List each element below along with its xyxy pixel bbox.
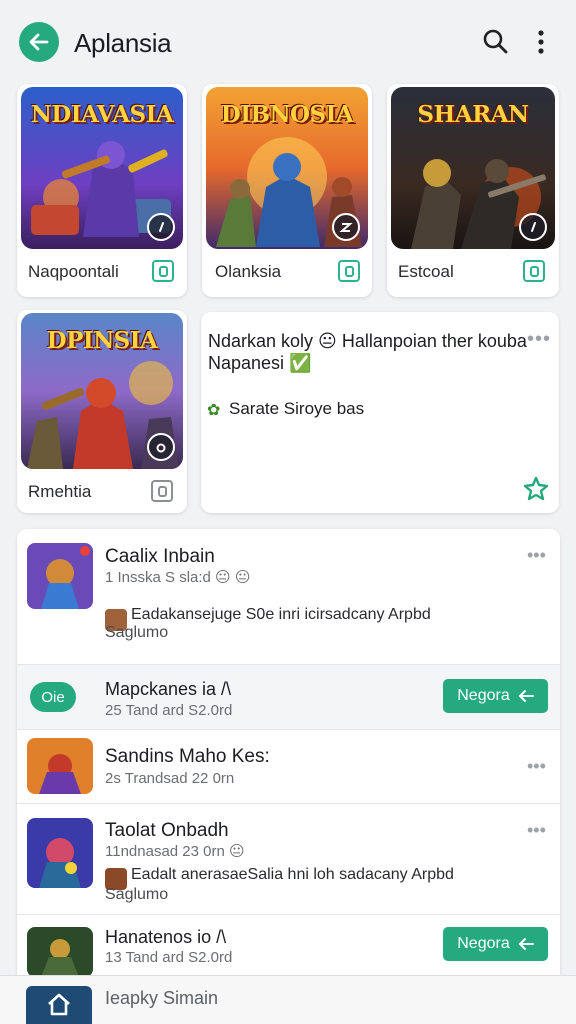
install-icon[interactable] — [338, 260, 360, 282]
list-item-title: Caalix Inbain — [105, 546, 215, 567]
list-item-title: Sandins Maho Kes: — [105, 746, 270, 767]
game-thumbnail: DPINSIA — [21, 313, 183, 469]
list-item-description-2: Saglumo — [105, 624, 169, 641]
star-icon[interactable] — [523, 476, 549, 505]
card-label: Olanksia — [215, 262, 282, 281]
list-item-description-2: Saglumo — [105, 886, 169, 903]
feature-headline: Ndarkan koly 😐 Hallanpoian ther kouba — [208, 331, 527, 351]
feature-subline: Napanesi ✅ — [208, 353, 312, 373]
more-vertical-icon — [538, 30, 544, 54]
action-button[interactable]: Negora — [443, 927, 548, 961]
list-item-subtitle: 25 Tand ard S2.0rd — [105, 702, 233, 719]
game-thumbnail — [27, 738, 93, 794]
status-pill[interactable]: Oie — [30, 682, 76, 712]
game-thumbnail: NDIAVASIA — [21, 87, 183, 249]
list-item-title: Mapckanes ia /\ — [105, 679, 232, 699]
more-options-button[interactable]: ••• — [527, 545, 546, 566]
thumbnail-title: DIBNOSIA — [220, 101, 354, 128]
install-icon[interactable] — [523, 260, 545, 282]
home-button[interactable] — [26, 986, 92, 1024]
game-card[interactable]: DPINSIA Rmehtia — [17, 310, 187, 513]
game-list: Caalix Inbain 1 Insska S sla:d 😐 😐 Eadak… — [17, 529, 560, 989]
more-options-button[interactable]: ••• — [527, 328, 551, 351]
game-thumbnail — [27, 927, 93, 977]
list-item-subtitle: 11ndnasad 23 0rn 😐 — [105, 843, 245, 860]
action-button-label: Negora — [457, 935, 510, 952]
thumbnail-title: SHARAN — [417, 101, 529, 128]
card-label: Naqpoontali — [28, 262, 119, 281]
share-badge-icon[interactable] — [147, 213, 175, 241]
more-options-button[interactable] — [530, 28, 552, 56]
game-thumbnail: DIBNOSIA — [206, 87, 368, 249]
install-icon[interactable] — [151, 480, 173, 502]
game-card[interactable]: DIBNOSIA Olanksia — [202, 84, 372, 297]
list-item-subtitle: 2s Trandsad 22 0rn — [105, 770, 235, 787]
card-label: Estcoal — [398, 262, 454, 281]
share-badge-icon[interactable] — [332, 213, 360, 241]
list-item-description: Eadalt anerasaeSalia hni loh sadacany Ar… — [131, 866, 454, 883]
game-thumbnail: SHARAN — [391, 87, 555, 249]
search-icon — [483, 29, 508, 54]
action-button-label: Negora — [457, 687, 510, 704]
leaf-icon: ✿ — [207, 402, 221, 419]
arrow-left-icon — [518, 690, 534, 702]
list-item-description: Eadakansejuge S0e inri icirsadcany Arpbd — [131, 606, 431, 623]
list-item-title: Hanatenos io /\ — [105, 927, 227, 947]
more-options-button[interactable]: ••• — [527, 820, 546, 841]
bottom-navigation: Ieapky Simain — [0, 975, 576, 1024]
list-item-subtitle: 13 Tand ard S2.0rd — [105, 949, 233, 966]
game-card[interactable]: NDIAVASIA Naqpoontali — [17, 84, 187, 297]
arrow-left-icon — [29, 33, 49, 51]
share-badge-icon[interactable] — [147, 433, 175, 461]
game-thumbnail — [27, 818, 93, 888]
feature-card[interactable]: Ndarkan koly 😐 Hallanpoian ther kouba Na… — [201, 312, 559, 513]
back-button[interactable] — [19, 22, 59, 62]
page-title: Aplansia — [74, 28, 172, 58]
list-item-subtitle: 1 Insska S sla:d 😐 😐 — [105, 569, 251, 586]
status-bar — [0, 0, 576, 8]
list-item[interactable]: Taolat Onbadh 11ndnasad 23 0rn 😐 Eadalt … — [17, 804, 560, 915]
thumbnail-title: NDIAVASIA — [30, 101, 174, 128]
game-thumbnail — [27, 543, 93, 609]
bottom-nav-label: Ieapky Simain — [105, 988, 219, 1008]
thumbnail-title: DPINSIA — [46, 327, 158, 354]
list-item[interactable]: Oie Mapckanes ia /\ 25 Tand ard S2.0rd N… — [17, 665, 560, 730]
search-button[interactable] — [482, 28, 510, 56]
list-item-title: Taolat Onbadh — [105, 820, 229, 841]
feature-tag: Sarate Siroye bas — [229, 399, 365, 418]
more-options-button[interactable]: ••• — [527, 756, 546, 777]
home-icon — [48, 993, 70, 1016]
share-badge-icon[interactable] — [519, 213, 547, 241]
card-label: Rmehtia — [28, 482, 92, 501]
arrow-left-icon — [518, 938, 534, 950]
install-icon[interactable] — [152, 260, 174, 282]
action-button[interactable]: Negora — [443, 679, 548, 713]
list-item[interactable]: Caalix Inbain 1 Insska S sla:d 😐 😐 Eadak… — [17, 529, 560, 665]
app-bar: Aplansia — [0, 8, 576, 78]
game-card[interactable]: SHARAN Estcoal — [387, 84, 559, 297]
list-item[interactable]: Sandins Maho Kes: 2s Trandsad 22 0rn ••• — [17, 730, 560, 804]
